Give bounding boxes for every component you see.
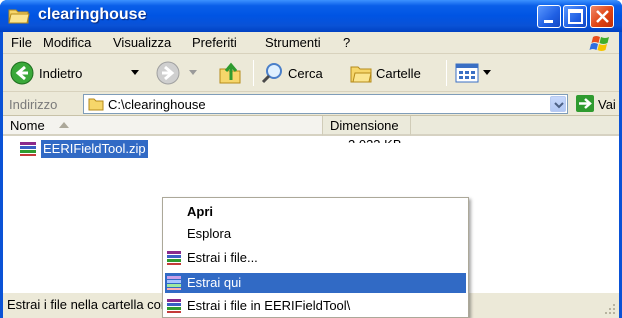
address-bar: Indirizzo C:\clearinghouse Vai <box>3 92 619 116</box>
menu-item-label: Estrai i file... <box>187 250 258 265</box>
menu-visualizza[interactable]: Visualizza <box>113 35 171 50</box>
column-header-size[interactable]: Dimensione <box>323 116 411 136</box>
chevron-down-icon <box>483 70 491 75</box>
back-arrow-icon <box>10 61 34 85</box>
winrar-archive-icon <box>20 142 36 156</box>
toolbar: Indietro Cerca Cartelle <box>3 54 619 92</box>
address-label: Indirizzo <box>9 97 58 112</box>
file-size: 2.033 KB <box>348 137 402 143</box>
toolbar-separator <box>446 60 447 86</box>
go-arrow-icon <box>579 98 592 109</box>
close-button[interactable] <box>590 5 614 28</box>
windows-logo-icon <box>589 36 609 51</box>
winrar-icon <box>167 299 181 313</box>
search-icon <box>261 63 282 84</box>
up-folder-button[interactable] <box>215 59 247 87</box>
winrar-icon <box>167 251 181 265</box>
menu-file[interactable]: File <box>11 35 32 50</box>
title-bar[interactable]: clearinghouse <box>0 0 622 32</box>
search-button[interactable]: Cerca <box>259 59 343 87</box>
menu-item-estrai-file[interactable]: Estrai i file... <box>165 248 466 268</box>
column-header-empty <box>411 116 619 136</box>
chevron-down-icon <box>189 70 197 75</box>
folder-up-icon <box>219 62 241 84</box>
menu-item-label: Apri <box>187 204 213 219</box>
menu-item-apri[interactable]: Apri <box>165 202 466 222</box>
window-title: clearinghouse <box>38 6 147 23</box>
menu-strumenti[interactable]: Strumenti <box>265 35 321 50</box>
sort-ascending-icon <box>59 122 69 128</box>
column-header-size-label: Dimensione <box>330 118 399 133</box>
toolbar-separator <box>253 60 254 86</box>
status-text: Estrai i file nella cartella corrente <box>7 297 162 312</box>
go-label[interactable]: Vai <box>598 97 616 112</box>
minimize-button[interactable] <box>537 5 561 28</box>
close-icon <box>596 10 609 23</box>
menu-bar: File Modifica Visualizza Preferiti Strum… <box>3 32 619 54</box>
address-value: C:\clearinghouse <box>108 97 206 112</box>
back-label: Indietro <box>39 66 83 81</box>
folders-icon <box>350 66 372 83</box>
views-button[interactable] <box>453 59 499 87</box>
context-menu: Apri Esplora Estrai i file... Estrai qui… <box>162 197 469 318</box>
menu-item-label: Esplora <box>187 226 232 241</box>
folder-icon <box>8 9 30 24</box>
menu-item-estrai-qui[interactable]: Estrai qui <box>165 273 466 293</box>
chevron-down-icon <box>131 70 139 75</box>
forward-arrow-icon <box>156 61 180 85</box>
maximize-button[interactable] <box>563 5 587 28</box>
back-button[interactable]: Indietro <box>7 59 147 87</box>
folders-label: Cartelle <box>376 66 421 81</box>
menu-item-estrai-in-cartella[interactable]: Estrai i file in EERIFieldTool\ <box>165 296 466 316</box>
resize-grip-icon[interactable] <box>604 303 616 315</box>
go-button[interactable] <box>576 95 594 112</box>
minimize-icon <box>544 20 553 23</box>
column-header-name[interactable]: Nome <box>3 116 323 136</box>
menu-item-label: Estrai qui <box>187 275 242 290</box>
search-label: Cerca <box>288 66 323 81</box>
menu-help[interactable]: ? <box>343 35 350 50</box>
forward-button[interactable] <box>153 59 201 87</box>
chevron-down-icon <box>554 102 564 109</box>
views-grid-icon <box>455 63 479 83</box>
folders-button[interactable]: Cartelle <box>347 59 441 87</box>
menu-modifica[interactable]: Modifica <box>43 35 91 50</box>
menu-item-esplora[interactable]: Esplora <box>165 224 466 244</box>
maximize-icon <box>568 9 583 24</box>
column-header-name-label: Nome <box>10 118 45 133</box>
address-input[interactable]: C:\clearinghouse <box>83 94 568 114</box>
menu-item-label: Estrai i file in EERIFieldTool\ <box>187 298 351 313</box>
folder-icon <box>88 98 104 111</box>
file-name[interactable]: EERIFieldTool.zip <box>41 140 148 158</box>
winrar-icon <box>167 276 181 290</box>
menu-preferiti[interactable]: Preferiti <box>192 35 237 50</box>
address-dropdown-button[interactable] <box>550 96 566 112</box>
